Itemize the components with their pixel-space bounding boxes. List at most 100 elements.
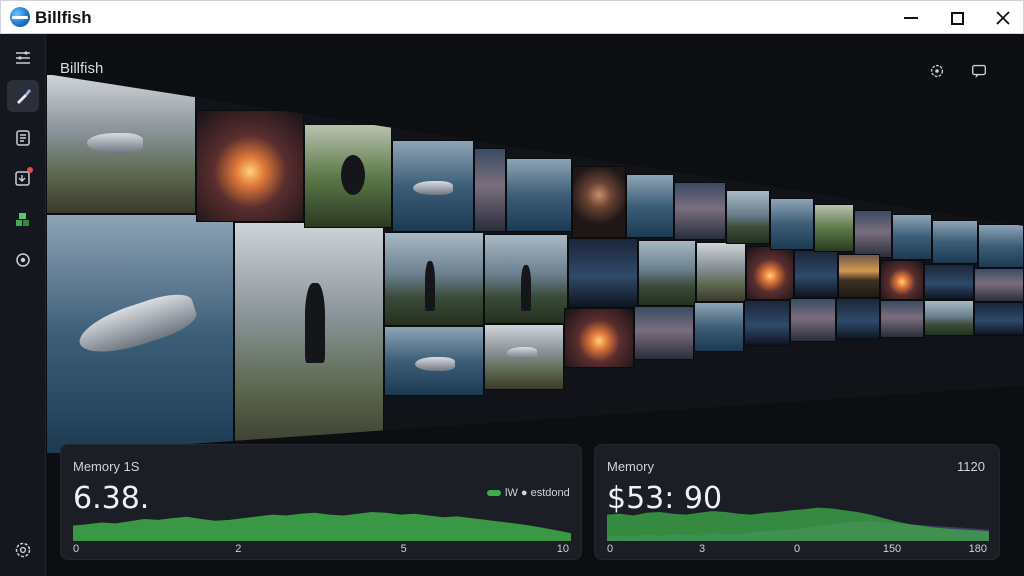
memory-sparkline <box>607 507 989 541</box>
fish-shape <box>507 347 537 359</box>
maximize-button[interactable] <box>935 3 979 33</box>
gallery-thumbnail[interactable] <box>836 298 880 340</box>
panel-label: Memory <box>607 459 654 474</box>
gallery-thumbnail[interactable] <box>568 238 638 308</box>
axis-tick-label: 10 <box>556 543 569 555</box>
title-bar: Billfish <box>0 0 1024 34</box>
gallery-thumbnail[interactable] <box>854 210 892 258</box>
minimize-button[interactable] <box>889 3 933 33</box>
gallery-thumbnail[interactable] <box>484 234 568 324</box>
memory-sparkline <box>73 512 571 541</box>
plugin-icon <box>16 213 29 226</box>
gallery-thumbnail[interactable] <box>744 300 790 346</box>
legend-swatch <box>487 490 501 496</box>
menu-icon <box>16 51 30 64</box>
gallery-thumbnail[interactable] <box>674 182 726 240</box>
dog-shape <box>341 155 365 195</box>
sidebar-item-menu[interactable] <box>7 42 39 74</box>
gallery-thumbnail[interactable] <box>626 174 674 238</box>
axis-tick-label: 180 <box>968 543 987 555</box>
gallery-thumbnail[interactable] <box>838 254 880 298</box>
gallery-thumbnail[interactable] <box>634 306 694 360</box>
settings-icon <box>16 253 30 267</box>
gallery-thumbnail[interactable] <box>770 198 814 250</box>
sidebar-item-brush[interactable] <box>7 80 39 112</box>
gallery-thumbnail[interactable] <box>880 260 924 300</box>
close-button[interactable] <box>981 3 1024 33</box>
gallery-thumbnail[interactable] <box>384 232 484 326</box>
settings-icon <box>930 64 944 78</box>
gallery-thumbnail[interactable] <box>794 250 838 298</box>
sidebar-item-settings[interactable] <box>7 244 39 276</box>
gallery-thumbnail[interactable] <box>790 298 836 342</box>
person-shape <box>305 283 325 363</box>
axis-tick-label: 5 <box>400 543 407 555</box>
settings-button[interactable] <box>926 60 948 82</box>
axis-tick-label: 0 <box>73 543 80 555</box>
document-list-icon <box>16 130 30 146</box>
gallery-thumbnail[interactable] <box>506 158 572 232</box>
sidebar-bottom-settings[interactable] <box>7 534 39 566</box>
minimize-icon <box>904 17 918 19</box>
app-title: Billfish <box>35 8 92 27</box>
person-shape <box>425 261 435 311</box>
gear-icon <box>15 542 31 558</box>
gallery-thumbnail[interactable] <box>392 140 474 232</box>
person-shape <box>521 265 531 311</box>
gallery-thumbnail[interactable] <box>304 124 392 228</box>
page-title: Billfish <box>60 60 104 77</box>
sidebar-item-plugins[interactable] <box>7 204 39 236</box>
axis-tick-label: 150 <box>882 543 902 555</box>
feedback-icon <box>972 64 986 79</box>
memory-panel-left: Memory 1S 6.38. lW ● estdond 0 2 5 10 <box>60 444 582 560</box>
main-area: Billfish Memory 1S 6.38. lW ● estdond 0 … <box>46 34 1024 576</box>
gallery-thumbnail[interactable] <box>726 190 770 244</box>
sparkline-area <box>73 512 571 541</box>
gallery-thumbnail[interactable] <box>696 242 746 302</box>
gallery-thumbnail[interactable] <box>974 268 1024 302</box>
chart-axis: 0 3 0 150 180 <box>607 543 987 555</box>
maximize-icon <box>950 11 964 25</box>
panel-corner-value: 1120 <box>957 459 985 474</box>
billfish-logo-icon <box>10 7 30 27</box>
feedback-button[interactable] <box>968 60 990 82</box>
sparkline-area <box>607 507 989 541</box>
gallery-thumbnail[interactable] <box>694 302 744 352</box>
gallery-thumbnail[interactable] <box>924 264 974 300</box>
axis-tick-label: 0 <box>793 543 801 555</box>
sidebar-item-documents[interactable] <box>7 122 39 154</box>
fish-shape <box>73 287 201 363</box>
sidebar-item-import[interactable] <box>7 162 39 194</box>
fish-shape <box>413 181 453 195</box>
panel-label: Memory 1S <box>73 459 140 474</box>
gallery-thumbnail[interactable] <box>924 300 974 336</box>
brush-icon <box>17 89 31 104</box>
notification-badge <box>27 167 33 173</box>
axis-tick-label: 2 <box>235 543 242 555</box>
gallery-thumbnail[interactable] <box>880 300 924 338</box>
close-icon <box>996 11 1010 25</box>
gallery-thumbnail[interactable] <box>196 110 304 222</box>
gallery-thumbnail[interactable] <box>46 74 196 214</box>
gallery-thumbnail[interactable] <box>814 204 854 252</box>
gallery-thumbnail[interactable] <box>572 166 626 238</box>
gallery-thumbnail[interactable] <box>892 214 932 260</box>
gallery-thumbnail[interactable] <box>932 220 978 264</box>
gallery-thumbnail[interactable] <box>978 224 1024 268</box>
gallery-thumbnail[interactable] <box>638 240 696 306</box>
gallery-thumbnail[interactable] <box>384 326 484 396</box>
gallery-thumbnail[interactable] <box>564 308 634 368</box>
gallery-thumbnail[interactable] <box>746 246 794 300</box>
gallery-thumbnail[interactable] <box>46 214 234 454</box>
fish-shape <box>415 357 455 371</box>
image-gallery <box>46 74 1024 454</box>
gallery-thumbnail[interactable] <box>974 302 1024 336</box>
axis-tick-label: 0 <box>607 543 614 555</box>
gallery-thumbnail[interactable] <box>474 148 506 232</box>
sidebar <box>0 34 46 576</box>
chart-axis: 0 2 5 10 <box>73 543 569 555</box>
gallery-thumbnail[interactable] <box>234 222 384 454</box>
axis-tick-label: 3 <box>698 543 706 555</box>
gallery-thumbnail[interactable] <box>484 324 564 390</box>
fish-shape <box>87 133 143 153</box>
